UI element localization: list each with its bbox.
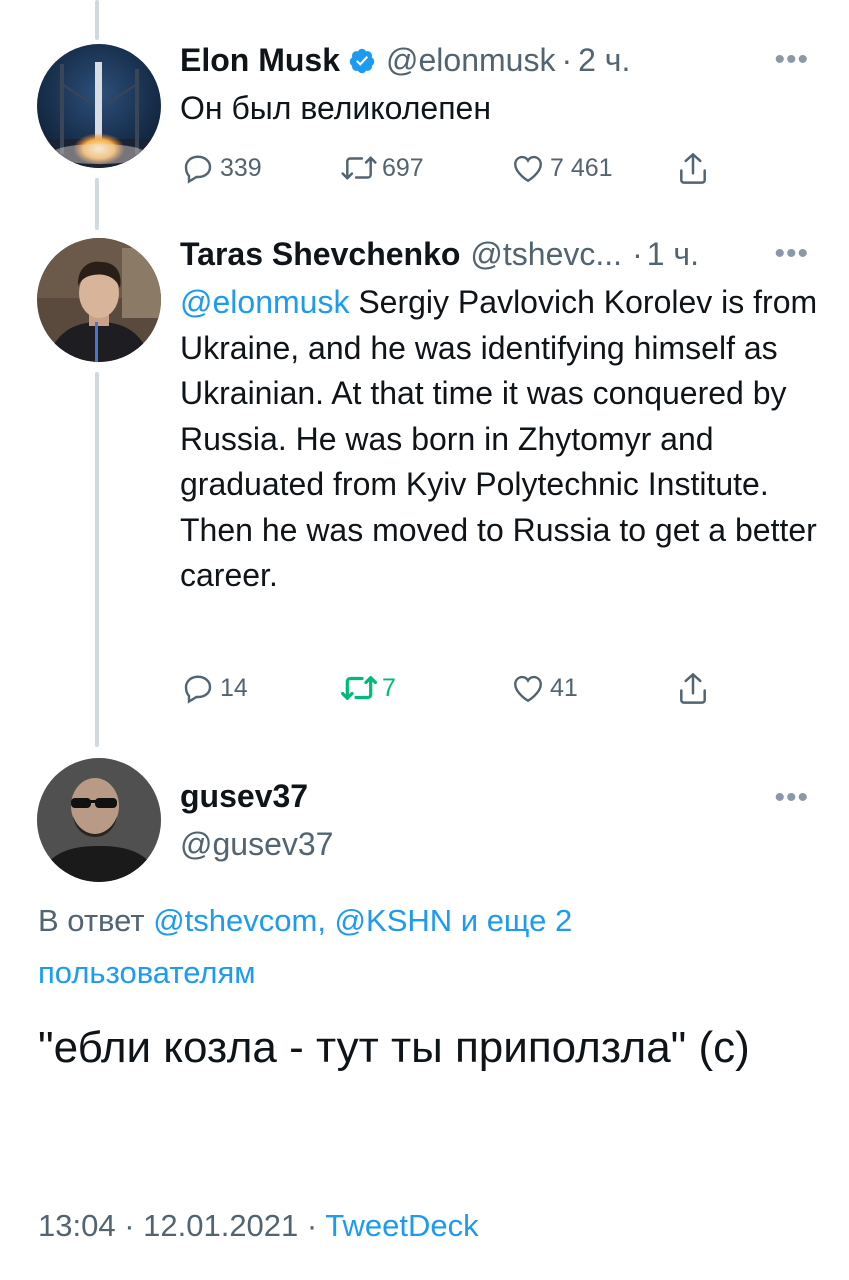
thread-line-1 [95, 178, 99, 230]
avatar-taras[interactable] [37, 238, 161, 362]
reply-to-prefix: В ответ [38, 903, 154, 938]
like-button[interactable]: 7 461 [510, 150, 613, 186]
tweet-header: Elon Musk @elonmusk · 2 ч. [180, 42, 630, 79]
tweet-text: Он был великолепен [180, 90, 491, 126]
tweet-header: Taras Shevchenko @tshevc... · 1 ч. [180, 236, 699, 273]
author-name[interactable]: gusev37 [180, 778, 308, 815]
share-button[interactable] [675, 670, 711, 708]
heart-icon [514, 675, 542, 703]
avatar-elon[interactable] [37, 44, 161, 168]
tweet-time[interactable]: 1 ч. [647, 236, 699, 273]
retweet-icon [341, 676, 377, 700]
verified-badge-icon [348, 47, 376, 75]
reply-icon [184, 675, 212, 704]
reply-count: 339 [220, 153, 262, 182]
tweet-actions: 14 7 41 [180, 670, 720, 710]
tweet-time[interactable]: 2 ч. [578, 42, 630, 79]
more-dots-icon[interactable]: ••• [774, 239, 809, 269]
thread-line-2 [95, 372, 99, 747]
tweet-text-body: Sergiy Pavlovich Korolev is from Ukraine… [180, 284, 818, 593]
author-handle[interactable]: @gusev37 [180, 826, 333, 863]
separator-dot: · [561, 42, 573, 78]
reply-icon [184, 155, 212, 184]
reply-button[interactable]: 14 [180, 670, 248, 706]
share-icon [680, 153, 706, 184]
retweet-count: 7 [382, 673, 396, 702]
retweet-count: 697 [382, 153, 424, 182]
tweet-timestamp[interactable]: 13:04 · 12.01.2021 · [38, 1208, 325, 1243]
tweet-handle-row: @gusev37 [180, 826, 333, 863]
tweet-header: gusev37 [180, 778, 308, 815]
like-count: 41 [550, 673, 578, 702]
reply-count: 14 [220, 673, 248, 702]
more-dots-icon[interactable]: ••• [774, 783, 809, 813]
tweet-text: "ебли козла - тут ты приползла" (с) [38, 1023, 750, 1072]
retweet-icon [341, 156, 377, 180]
author-name[interactable]: Taras Shevchenko [180, 236, 460, 273]
tweet-source-link[interactable]: TweetDeck [325, 1208, 478, 1243]
tweet-text: @elonmusk Sergiy Pavlovich Korolev is fr… [180, 280, 820, 599]
tweet-footer: 13:04 · 12.01.2021 · TweetDeck [38, 1208, 479, 1244]
reply-button[interactable]: 339 [180, 150, 262, 186]
avatar-gusev[interactable] [37, 758, 161, 882]
author-name[interactable]: Elon Musk [180, 42, 340, 79]
thread-line-top [95, 0, 99, 40]
like-count: 7 461 [550, 153, 613, 182]
tweet-actions: 339 697 7 461 [180, 150, 720, 190]
share-button[interactable] [675, 150, 711, 188]
more-dots-icon[interactable]: ••• [774, 45, 809, 75]
separator-dot: · [632, 236, 643, 272]
heart-icon [514, 155, 542, 183]
author-handle[interactable]: @tshevc... [470, 236, 622, 273]
retweet-button[interactable]: 697 [340, 150, 424, 186]
mention-link[interactable]: @elonmusk [180, 284, 349, 320]
retweet-button[interactable]: 7 [340, 670, 396, 706]
author-handle[interactable]: @elonmusk [386, 42, 555, 79]
share-icon [680, 673, 706, 704]
reply-to-line: В ответ @tshevcom, @KSHN и еще 2 пользов… [38, 895, 778, 999]
like-button[interactable]: 41 [510, 670, 578, 706]
